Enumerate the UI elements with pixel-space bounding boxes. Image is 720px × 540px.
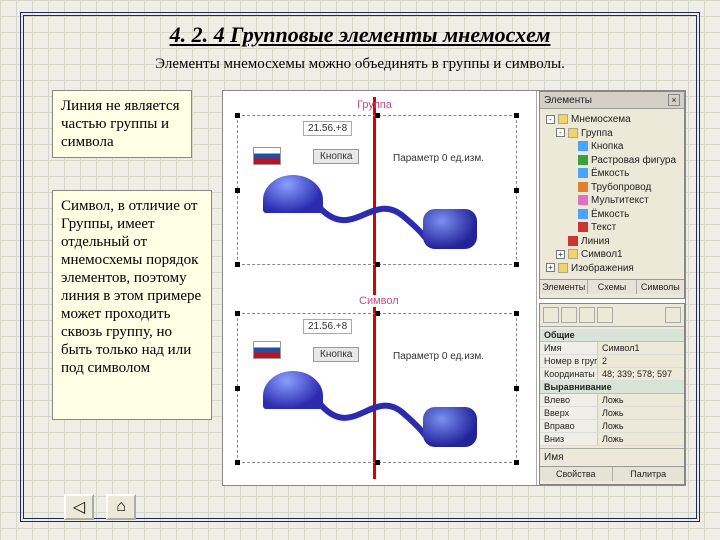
tree-item[interactable]: -Группа bbox=[546, 127, 680, 141]
mnemoscheme-canvas[interactable]: Группа Символ 21.56.+8 Кнопка Параметр 0… bbox=[223, 91, 537, 485]
property-row[interactable]: ВверхЛожь bbox=[540, 407, 684, 420]
tab-palette[interactable]: Палитра bbox=[613, 467, 685, 481]
tank-top[interactable] bbox=[423, 209, 477, 249]
property-row[interactable]: ВнизЛожь bbox=[540, 433, 684, 446]
props-section-layout: Выравнивание bbox=[540, 381, 684, 394]
tree-item[interactable]: Текст bbox=[546, 221, 680, 235]
toolbar-button[interactable] bbox=[665, 307, 681, 323]
elements-panel: Элементы × -Мнемосхема-ГруппаКнопкаРастр… bbox=[539, 91, 685, 299]
elements-tree[interactable]: -Мнемосхема-ГруппаКнопкаРастровая фигура… bbox=[540, 109, 684, 279]
home-icon: ⌂ bbox=[116, 498, 126, 516]
page-subtitle: Элементы мнемосхемы можно объединять в г… bbox=[0, 56, 720, 73]
home-button[interactable]: ⌂ bbox=[106, 494, 136, 520]
slide-nav: ◁ ⌂ bbox=[64, 494, 136, 520]
tab-properties[interactable]: Свойства bbox=[540, 467, 613, 481]
property-row[interactable]: Координаты48; 339; 578; 597 bbox=[540, 368, 684, 381]
property-row[interactable]: ВправоЛожь bbox=[540, 420, 684, 433]
props-footer: Имя bbox=[540, 448, 684, 466]
tree-item[interactable]: Линия bbox=[546, 235, 680, 249]
toolbar-button[interactable] bbox=[561, 307, 577, 323]
tree-item[interactable]: +Символ1 bbox=[546, 248, 680, 262]
tank-bottom[interactable] bbox=[423, 407, 477, 447]
page-title: 4. 2. 4 Групповые элементы мнемосхем bbox=[0, 22, 720, 48]
pipe-top bbox=[223, 91, 537, 291]
properties-bottom-tabs: Свойства Палитра bbox=[540, 466, 684, 481]
property-row[interactable]: Номер в группе2 bbox=[540, 355, 684, 368]
elements-panel-titlebar[interactable]: Элементы × bbox=[540, 92, 684, 109]
tree-item[interactable]: Ёмкость bbox=[546, 167, 680, 181]
tab-elements[interactable]: Элементы bbox=[540, 280, 588, 294]
property-row[interactable]: ВлевоЛожь bbox=[540, 394, 684, 407]
close-icon[interactable]: × bbox=[668, 94, 680, 106]
tree-item[interactable]: -Мнемосхема bbox=[546, 113, 680, 127]
toolbar-button[interactable] bbox=[579, 307, 595, 323]
tree-item[interactable]: Кнопка bbox=[546, 140, 680, 154]
callout-symbol-note: Символ, в отличие от Группы, имеет отдел… bbox=[52, 190, 212, 420]
props-section-general: Общие bbox=[540, 329, 684, 342]
toolbar-button[interactable] bbox=[543, 307, 559, 323]
properties-grid: Общие ИмяСимвол1Номер в группе2Координат… bbox=[540, 327, 684, 448]
tab-symbols[interactable]: Символы bbox=[637, 280, 684, 294]
editor-screenshot: Группа Символ 21.56.+8 Кнопка Параметр 0… bbox=[222, 90, 686, 486]
prev-slide-button[interactable]: ◁ bbox=[64, 494, 94, 520]
properties-toolbar bbox=[540, 304, 684, 327]
elements-panel-tabs: Элементы Схемы Символы bbox=[540, 279, 684, 294]
toolbar-button[interactable] bbox=[597, 307, 613, 323]
tree-item[interactable]: Ёмкость bbox=[546, 208, 680, 222]
property-row[interactable]: ИмяСимвол1 bbox=[540, 342, 684, 355]
triangle-left-icon: ◁ bbox=[73, 497, 85, 517]
pipe-bottom bbox=[223, 291, 537, 491]
tab-schemas[interactable]: Схемы bbox=[588, 280, 636, 294]
tree-item[interactable]: Мультитекст bbox=[546, 194, 680, 208]
props-footer-label: Имя bbox=[544, 452, 563, 463]
tree-item[interactable]: Растровая фигура bbox=[546, 154, 680, 168]
callout-line-note: Линия не является частью группы и символ… bbox=[52, 90, 192, 158]
tree-item[interactable]: Трубопровод bbox=[546, 181, 680, 195]
properties-panel: Общие ИмяСимвол1Номер в группе2Координат… bbox=[539, 303, 685, 485]
tree-item[interactable]: +Изображения bbox=[546, 262, 680, 276]
elements-panel-title: Элементы bbox=[544, 95, 592, 106]
